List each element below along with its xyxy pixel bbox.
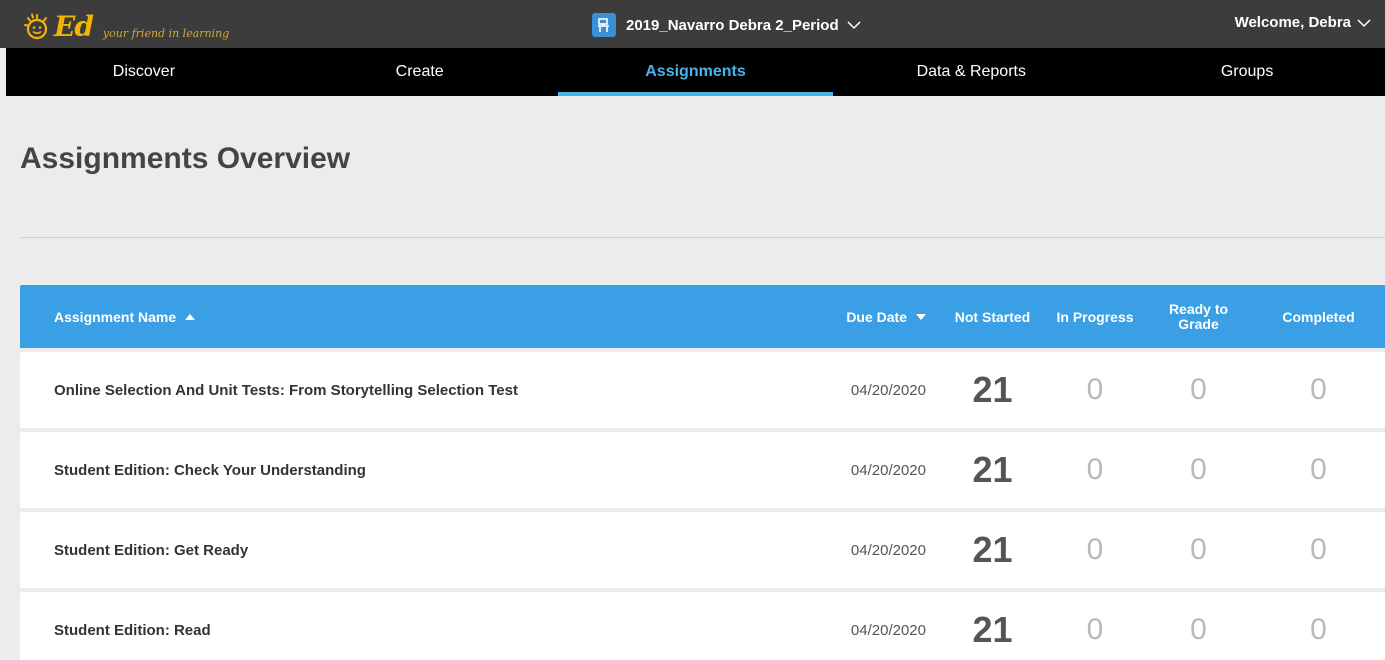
assignment-name[interactable]: Student Edition: Check Your Understandin… <box>20 462 800 479</box>
due-date: 04/20/2020 <box>850 621 926 639</box>
logo-tagline: your friend in learning <box>102 27 230 40</box>
main-nav: Discover Create Assignments Data & Repor… <box>6 48 1385 96</box>
assignment-name[interactable]: Student Edition: Read <box>20 622 800 639</box>
caret-up-icon <box>185 313 196 320</box>
table-row[interactable]: Student Edition: Read 04/20/2020 21 0 0 … <box>20 592 1385 660</box>
table-row[interactable]: Student Edition: Get Ready 04/20/2020 21… <box>20 512 1385 588</box>
not-started-count[interactable]: 21 <box>940 529 1045 571</box>
not-started-count[interactable]: 21 <box>940 369 1045 411</box>
table-header: Assignment Name Due Date Not Started In … <box>20 285 1385 348</box>
col-ready-to-grade-line2: Grade <box>1178 315 1219 332</box>
table-row[interactable]: Online Selection And Unit Tests: From St… <box>20 352 1385 428</box>
welcome-text: Welcome, Debra <box>1234 14 1351 31</box>
divider <box>20 237 1385 238</box>
col-due-date-label: Due Date <box>846 308 907 325</box>
col-assignment-name-label: Assignment Name <box>54 308 177 325</box>
user-menu[interactable]: Welcome, Debra <box>1235 14 1371 31</box>
col-due-date[interactable]: Due Date <box>800 309 940 325</box>
chevron-down-icon <box>1357 18 1371 27</box>
logo-wordmark: Ed <box>54 10 94 43</box>
due-date: 04/20/2020 <box>850 461 926 479</box>
ready-to-grade-count: 0 <box>1190 613 1207 646</box>
ready-to-grade-count: 0 <box>1190 453 1207 486</box>
in-progress-count: 0 <box>1086 613 1104 646</box>
ed-logo[interactable]: Ed your friend in learning <box>22 6 229 42</box>
completed-count: 0 <box>1310 453 1327 486</box>
nav-groups[interactable]: Groups <box>1109 48 1385 96</box>
assignments-table: Assignment Name Due Date Not Started In … <box>20 285 1385 660</box>
classroom-desk-icon <box>592 13 616 37</box>
col-in-progress[interactable]: In Progress <box>1045 309 1145 325</box>
in-progress-count: 0 <box>1086 533 1104 566</box>
nav-create[interactable]: Create <box>282 48 558 96</box>
nav-data-reports[interactable]: Data & Reports <box>833 48 1109 96</box>
in-progress-count: 0 <box>1086 373 1104 406</box>
due-date: 04/20/2020 <box>850 541 926 559</box>
assignment-name[interactable]: Online Selection And Unit Tests: From St… <box>20 382 800 399</box>
class-name: 2019_Navarro Debra 2_Period <box>626 16 839 34</box>
not-started-count[interactable]: 21 <box>940 449 1045 491</box>
nav-discover[interactable]: Discover <box>6 48 282 96</box>
class-selector[interactable]: 2019_Navarro Debra 2_Period <box>592 12 861 38</box>
completed-count: 0 <box>1310 373 1327 406</box>
nav-assignments[interactable]: Assignments <box>557 48 834 96</box>
completed-count: 0 <box>1310 613 1327 646</box>
table-row[interactable]: Student Edition: Check Your Understandin… <box>20 432 1385 508</box>
caret-down-icon <box>916 313 926 320</box>
top-bar: Ed your friend in learning 2019_Navarro … <box>0 0 1385 48</box>
page-title: Assignments Overview <box>20 142 351 175</box>
ready-to-grade-count: 0 <box>1190 373 1207 406</box>
col-not-started[interactable]: Not Started <box>940 309 1045 325</box>
completed-count: 0 <box>1310 533 1327 566</box>
col-ready-to-grade-line1: Ready to <box>1168 300 1229 317</box>
assignment-name[interactable]: Student Edition: Get Ready <box>20 542 800 559</box>
in-progress-count: 0 <box>1086 453 1104 486</box>
sun-smiley-icon <box>24 13 48 40</box>
col-completed[interactable]: Completed <box>1252 309 1385 325</box>
due-date: 04/20/2020 <box>850 381 926 399</box>
col-assignment-name[interactable]: Assignment Name <box>20 309 800 325</box>
ready-to-grade-count: 0 <box>1190 533 1207 566</box>
col-ready-to-grade[interactable]: Ready to Grade <box>1145 300 1252 332</box>
chevron-down-icon <box>847 21 861 30</box>
not-started-count[interactable]: 21 <box>940 609 1045 651</box>
